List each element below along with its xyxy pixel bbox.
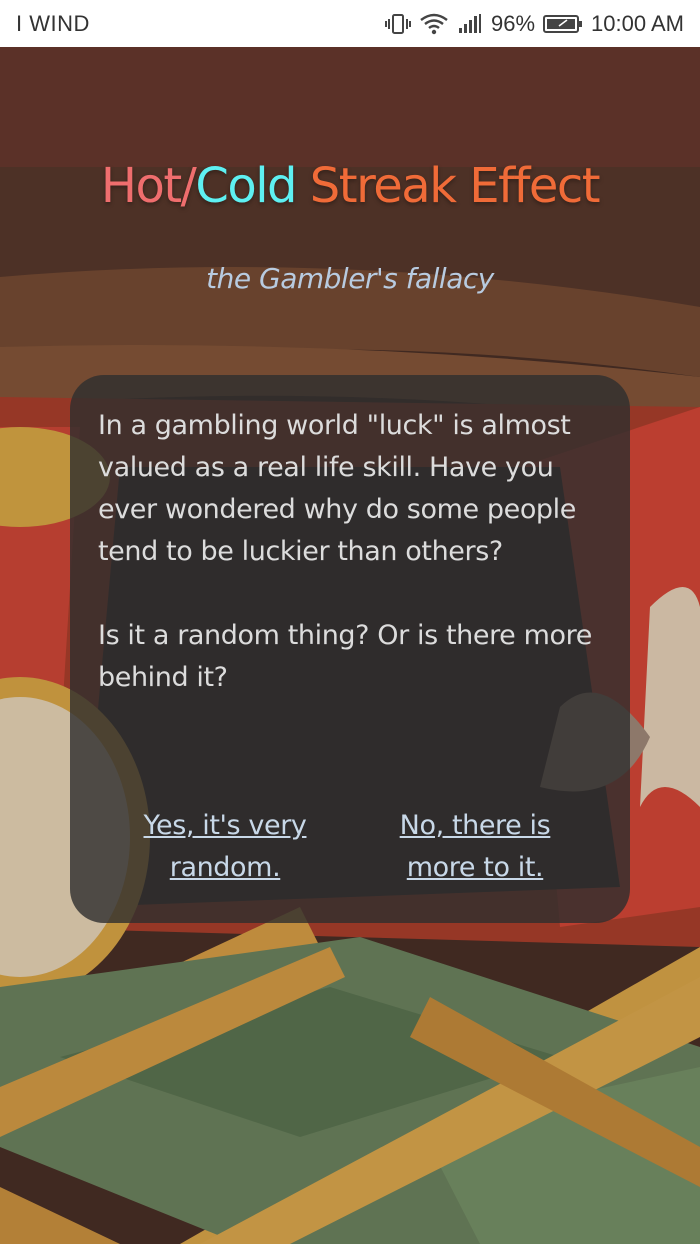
title-streak-effect: Streak Effect <box>296 158 601 214</box>
status-icons: 96% 10:00 AM <box>385 11 684 37</box>
battery-percent: 96% <box>491 10 536 36</box>
battery-icon <box>543 14 583 34</box>
wifi-icon <box>419 12 449 36</box>
clock-time: 10:00 AM <box>591 10 684 36</box>
status-bar: I WIND 96% 10:00 AM <box>0 0 700 47</box>
choice-more-link[interactable]: No, there is more to it. <box>365 805 585 889</box>
title-hot: Hot/ <box>100 158 197 214</box>
choice-random-link[interactable]: Yes, it's very random. <box>115 805 335 889</box>
question-paragraph: Is it a random thing? Or is there more b… <box>98 620 592 693</box>
signal-icon <box>457 13 483 35</box>
answer-choices: Yes, it's very random. No, there is more… <box>70 805 630 889</box>
page-title: Hot/Cold Streak Effect <box>0 158 700 214</box>
question-card: In a gambling world "luck" is almost val… <box>70 375 630 923</box>
page-subtitle: the Gambler's fallacy <box>206 262 494 295</box>
intro-paragraph: In a gambling world "luck" is almost val… <box>98 410 576 567</box>
carrier-name: I WIND <box>16 10 90 36</box>
title-cold: Cold <box>195 158 297 214</box>
vibrate-icon <box>385 13 411 35</box>
